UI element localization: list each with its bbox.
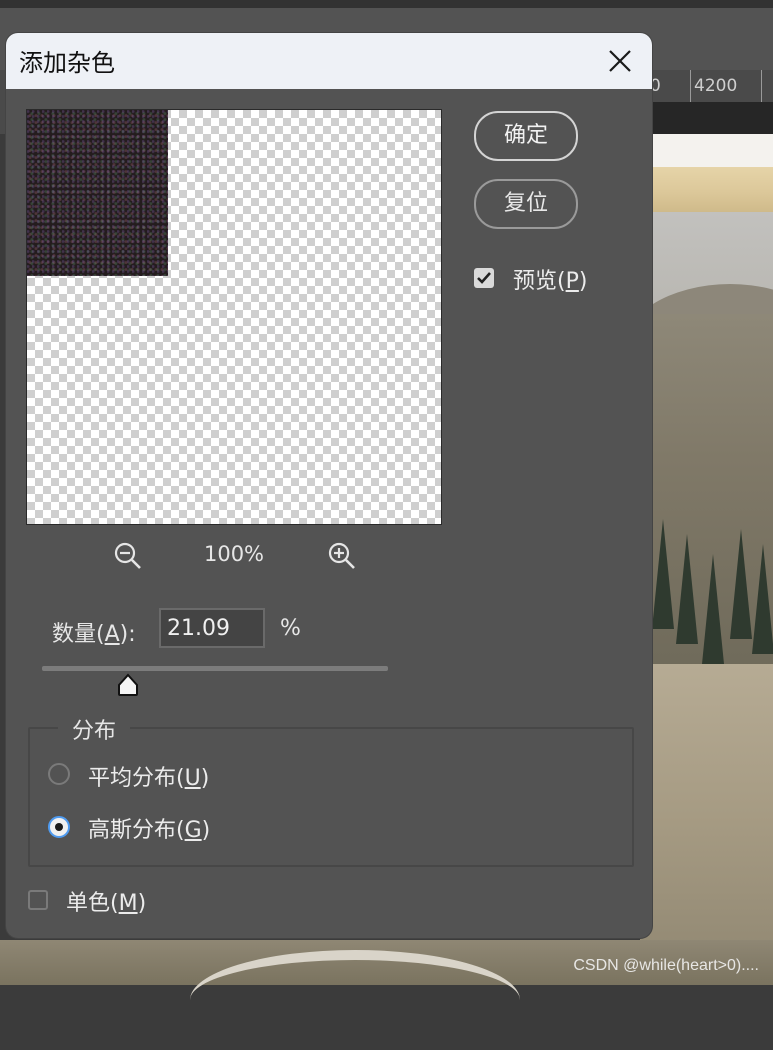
amount-slider-track[interactable] <box>42 666 388 671</box>
slider-thumb-icon <box>118 673 138 696</box>
noise-preview-patch <box>27 110 168 276</box>
amount-unit: % <box>280 616 301 641</box>
add-noise-dialog: 添加杂色 100% 确定 复位 预览(P) 数量(A): 21.09 % 分布 … <box>6 33 652 938</box>
hotkey-g: G <box>184 818 202 843</box>
tree <box>676 534 698 644</box>
preview-zoom-controls: 100% <box>26 538 440 574</box>
hotkey-u: U <box>184 766 201 791</box>
watermark: CSDN @while(heart>0).... <box>573 957 759 974</box>
dialog-title: 添加杂色 <box>19 49 115 77</box>
field <box>640 664 773 985</box>
tree <box>652 519 674 629</box>
zoom-out-icon <box>114 542 141 569</box>
zoom-level: 100% <box>203 542 265 566</box>
dialog-titlebar: 添加杂色 <box>6 33 652 89</box>
distribution-legend: 分布 <box>58 713 131 745</box>
canvas-gutter <box>640 102 773 134</box>
canvas-photo <box>640 134 773 985</box>
amount-label: 数量(A): <box>52 622 136 647</box>
distribution-group <box>28 727 634 867</box>
preview-checkbox[interactable] <box>474 268 494 288</box>
checkmark-icon <box>477 272 491 284</box>
monochrome-checkbox[interactable] <box>28 890 48 910</box>
ok-button[interactable]: 确定 <box>474 111 578 161</box>
zoom-in-icon <box>328 542 355 569</box>
preview-checkbox-label[interactable]: 预览(P) <box>513 263 587 295</box>
close-button[interactable] <box>604 45 636 77</box>
reset-button[interactable]: 复位 <box>474 179 578 229</box>
hotkey-m: M <box>118 891 138 916</box>
zoom-in-button[interactable] <box>326 540 358 572</box>
gaussian-radio-label[interactable]: 高斯分布(G) <box>88 812 210 844</box>
uniform-radio-label[interactable]: 平均分布(U) <box>88 760 209 792</box>
horizontal-ruler: 0 4200 <box>640 70 773 103</box>
filter-preview[interactable] <box>26 109 442 525</box>
uniform-radio[interactable] <box>48 763 70 785</box>
ruler-label: 4200 <box>694 76 738 96</box>
ruler-tick <box>761 70 762 102</box>
ruler-tick <box>690 70 691 102</box>
tree <box>730 529 752 639</box>
amount-input[interactable] <box>159 608 265 648</box>
tree <box>752 544 773 654</box>
tree <box>702 554 724 664</box>
amount-slider-thumb[interactable] <box>117 673 139 697</box>
gaussian-radio[interactable] <box>48 816 70 838</box>
hotkey-p: P <box>565 269 579 294</box>
zoom-out-button[interactable] <box>112 540 144 572</box>
hotkey-a: A <box>104 622 120 647</box>
close-icon <box>609 50 631 72</box>
sand-layer <box>640 167 773 212</box>
road <box>190 950 520 1050</box>
monochrome-checkbox-label[interactable]: 单色(M) <box>66 885 146 917</box>
